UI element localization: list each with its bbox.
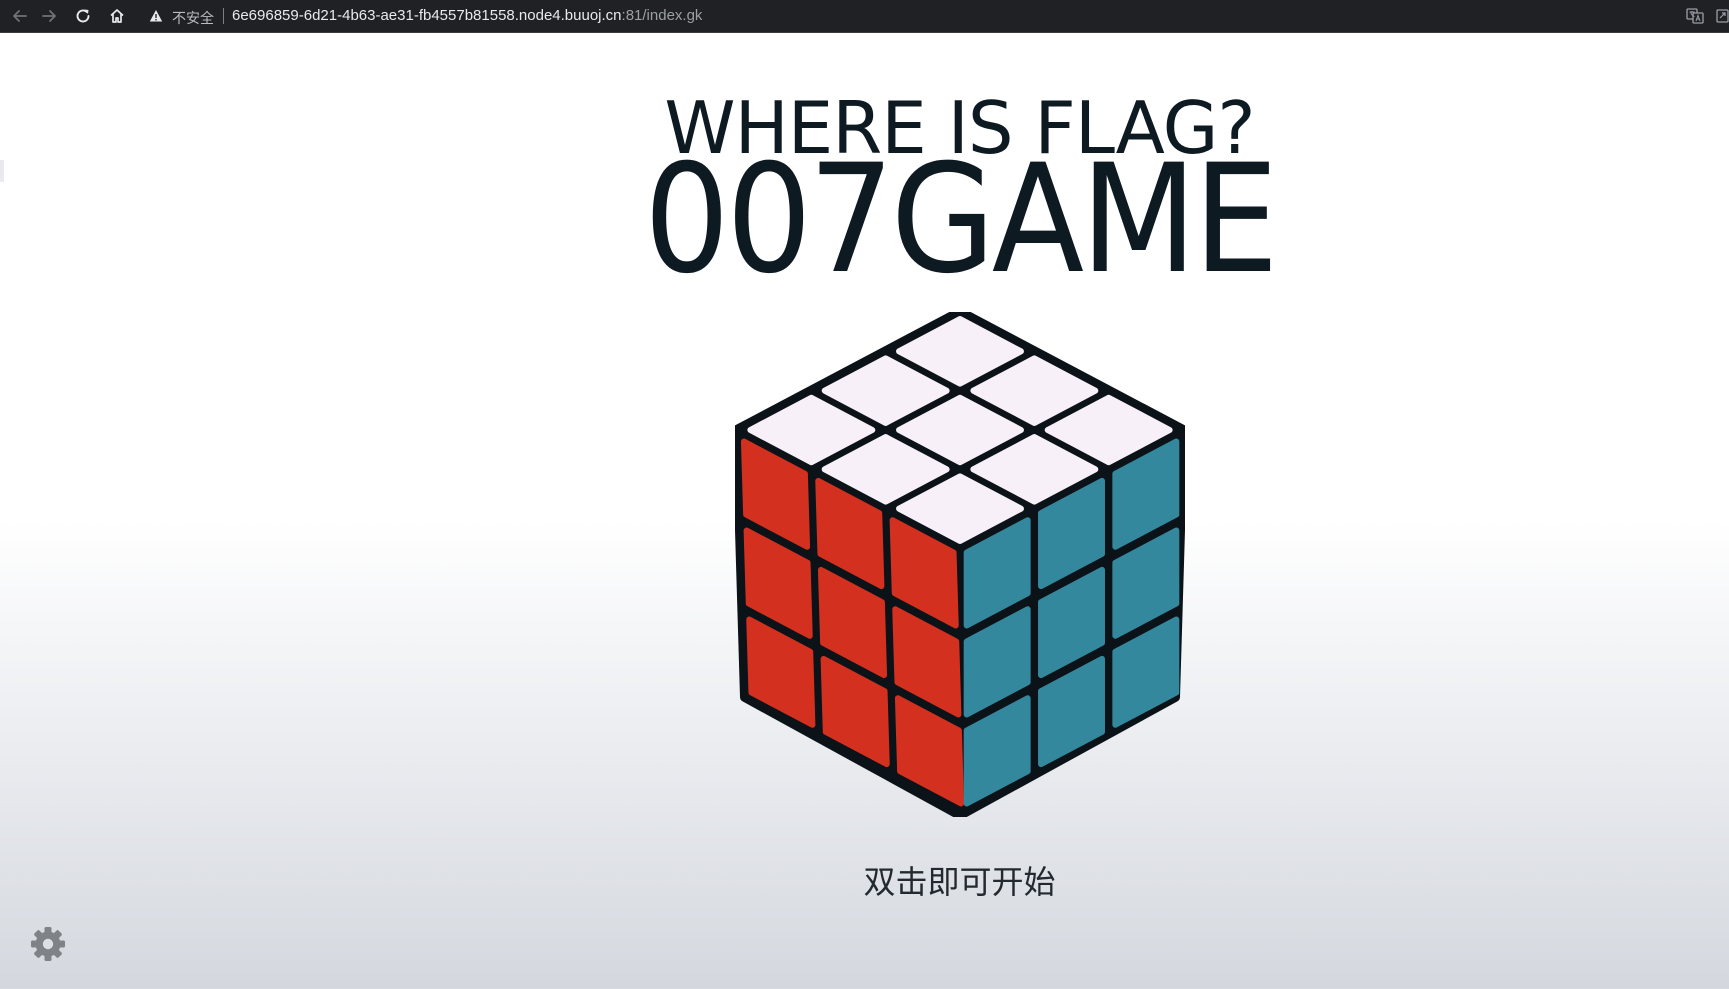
address-divider xyxy=(223,8,224,24)
rubiks-cube-graphic xyxy=(732,307,1188,820)
gear-icon xyxy=(31,927,65,961)
rubiks-cube[interactable] xyxy=(732,307,1188,820)
home-icon xyxy=(110,9,124,23)
reload-icon xyxy=(76,9,90,23)
forward-button[interactable] xyxy=(36,3,62,29)
address-bar[interactable]: 不安全 6e696859-6d21-4b63-ae31-fb4557b81558… xyxy=(140,2,1700,30)
url-text[interactable]: 6e696859-6d21-4b63-ae31-fb4557b81558.nod… xyxy=(232,7,702,24)
arrow-left-icon xyxy=(13,10,27,22)
url-path: :81/index.gk xyxy=(621,7,703,24)
security-label[interactable]: 不安全 xyxy=(172,8,214,28)
reload-button[interactable] xyxy=(70,3,96,29)
start-hint: 双击即可开始 xyxy=(863,863,1056,901)
settings-button[interactable] xyxy=(28,924,68,964)
translate-icon[interactable] xyxy=(1686,7,1704,25)
page-title: 007GAME xyxy=(643,133,1279,307)
share-icon[interactable] xyxy=(1716,8,1729,24)
url-host: 6e696859-6d21-4b63-ae31-fb4557b81558.nod… xyxy=(232,7,622,24)
back-button[interactable] xyxy=(7,3,33,29)
warning-icon xyxy=(149,10,163,22)
browser-toolbar: 不安全 6e696859-6d21-4b63-ae31-fb4557b81558… xyxy=(0,0,1729,33)
home-button[interactable] xyxy=(104,3,130,29)
page-edge-marker xyxy=(0,160,4,182)
arrow-right-icon xyxy=(42,10,56,22)
